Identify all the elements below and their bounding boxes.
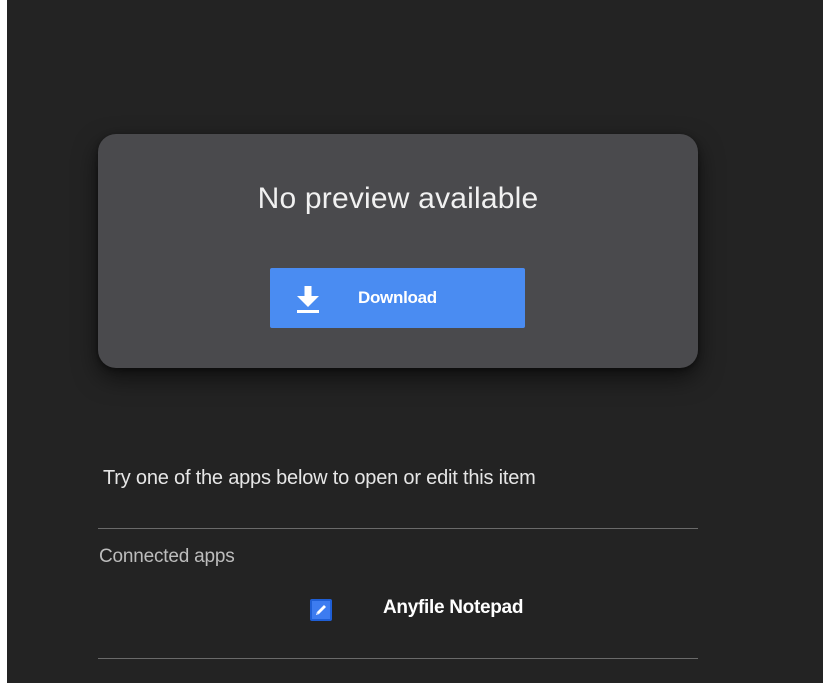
open-with-hint: Try one of the apps below to open or edi… — [103, 467, 536, 489]
notepad-pencil-icon — [310, 599, 332, 621]
file-preview-viewer: No preview available Download Try one of… — [7, 0, 823, 683]
no-preview-card: No preview available Download — [98, 134, 698, 368]
connected-app-anyfile-notepad[interactable]: Anyfile Notepad — [307, 594, 607, 626]
download-arrow-icon — [297, 286, 319, 313]
download-button[interactable]: Download — [270, 268, 525, 328]
no-preview-message: No preview available — [257, 182, 539, 215]
app-name: Anyfile Notepad — [383, 597, 524, 618]
connected-apps-heading: Connected apps — [99, 546, 235, 567]
download-button-label: Download — [358, 288, 437, 307]
section-divider — [98, 528, 698, 529]
section-divider-bottom — [98, 658, 698, 659]
